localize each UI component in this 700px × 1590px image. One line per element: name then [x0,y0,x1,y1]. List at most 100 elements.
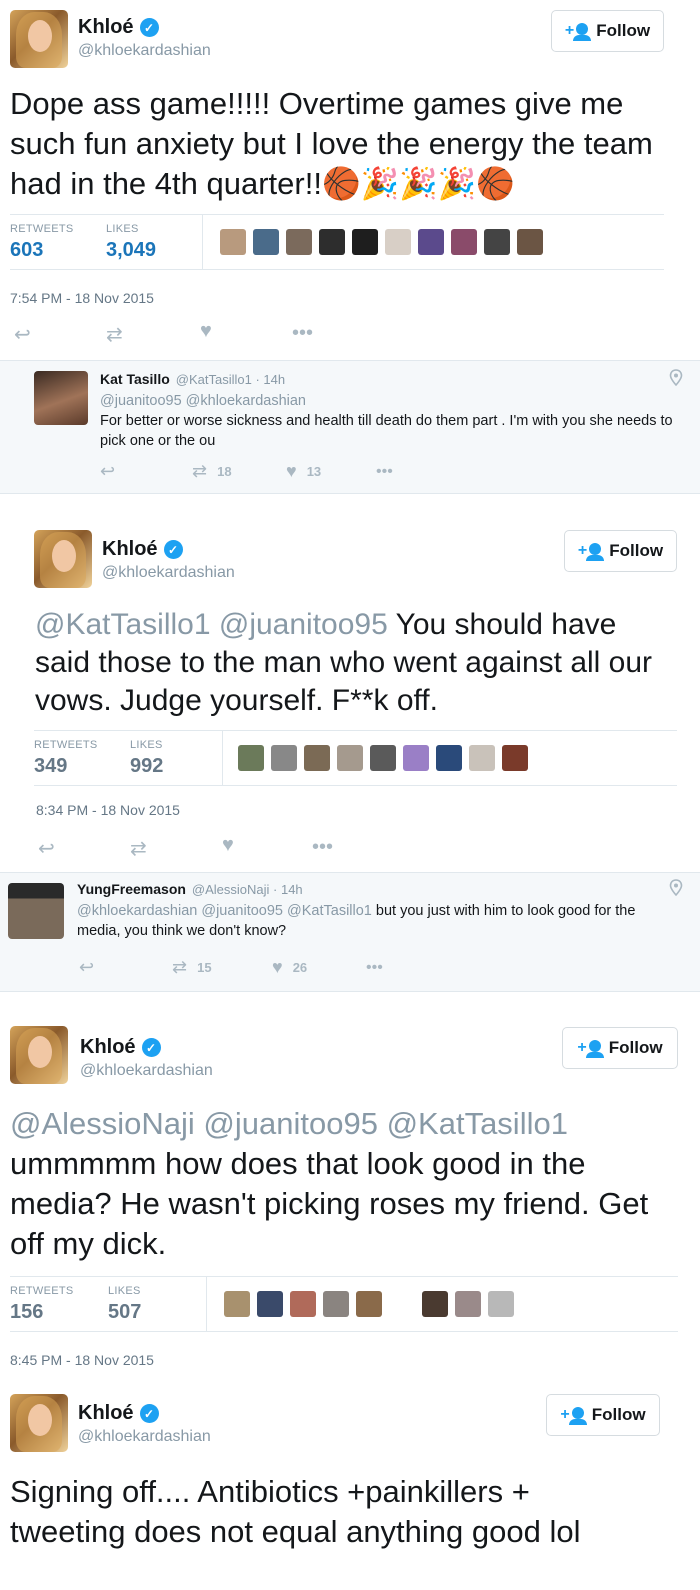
retweet-icon[interactable]: ⇄ 15 [172,957,212,978]
liker-avatar[interactable] [502,745,528,771]
follow-button[interactable]: + Follow [562,1027,678,1069]
author-name-row[interactable]: Khloé ✓ [78,16,159,39]
handle-and-time[interactable]: @AlessioNaji · 14h [192,882,303,897]
liker-avatar[interactable] [238,745,264,771]
reply-mentions[interactable]: @juanitoo95 @khloekardashian [100,391,680,411]
location-pin-icon [669,879,683,897]
liker-avatar[interactable] [484,229,510,255]
likes-stat[interactable]: LIKES 992 [130,739,163,778]
avatar[interactable] [34,530,92,588]
tweet-2: Khloé ✓ @khloekardashian + Follow @KatTa… [0,496,700,872]
reply-author[interactable]: YungFreemason @AlessioNaji · 14h [77,881,303,897]
display-name[interactable]: YungFreemason [77,881,186,897]
liker-avatar[interactable] [517,229,543,255]
avatar[interactable] [34,371,88,425]
liker-avatar[interactable] [403,745,429,771]
likes-stat[interactable]: LIKES 3,049 [106,223,156,262]
liker-avatar[interactable] [323,1291,349,1317]
tweet-mentions[interactable]: @KatTasillo1 @juanitoo95 [35,608,388,641]
timestamp[interactable]: 8:34 PM - 18 Nov 2015 [36,802,180,818]
timestamp[interactable]: 7:54 PM - 18 Nov 2015 [10,290,154,306]
reply-icon[interactable]: ↩ [100,461,115,482]
retweet-icon[interactable]: ⇄ [106,322,123,347]
like-icon[interactable]: ♥ 13 [286,461,321,482]
reply-mentions[interactable]: @khloekardashian @juanitoo95 @KatTasillo… [77,903,372,919]
more-icon[interactable]: ••• [312,836,333,859]
liker-avatar[interactable] [224,1291,250,1317]
liker-avatar[interactable] [455,1291,481,1317]
tweet-text: Dope ass game!!!!! Overtime games give m… [10,86,653,201]
reply-icon[interactable]: ↩ [14,322,31,347]
more-icon[interactable]: ••• [292,322,313,345]
display-name[interactable]: Khloé [102,538,158,561]
liker-avatar[interactable] [290,1291,316,1317]
retweet-icon[interactable]: ⇄ [130,836,147,861]
display-name[interactable]: Khloé [78,16,134,39]
follow-icon: + [577,1039,587,1056]
reply-icon[interactable]: ↩ [38,836,55,861]
avatar[interactable] [10,10,68,68]
timestamp[interactable]: 8:45 PM - 18 Nov 2015 [10,1352,154,1368]
reply-icon[interactable]: ↩ [79,957,94,978]
liker-avatar[interactable] [352,229,378,255]
reply-author[interactable]: Kat Tasillo @KatTasillo1 · 14h [100,371,285,387]
liker-avatar[interactable] [220,229,246,255]
handle[interactable]: @khloekardashian [78,42,211,60]
liker-avatar[interactable] [253,229,279,255]
liker-avatar[interactable] [319,229,345,255]
follow-button[interactable]: + Follow [564,530,677,572]
more-icon[interactable]: ••• [376,463,393,481]
retweets-stat[interactable]: RETWEETS 156 [10,1285,74,1324]
follow-button[interactable]: + Follow [551,10,664,52]
like-icon[interactable]: ♥ 26 [272,957,307,978]
avatar[interactable] [10,1026,68,1084]
liker-avatar[interactable] [488,1291,514,1317]
retweets-stat[interactable]: RETWEETS 349 [34,739,98,778]
verified-icon: ✓ [139,1404,159,1423]
avatar[interactable] [8,883,64,939]
author-name-row[interactable]: Khloé ✓ [102,538,183,561]
likes-count: 3,049 [106,239,157,261]
display-name[interactable]: Kat Tasillo [100,371,170,387]
liker-avatar[interactable] [370,745,396,771]
liker-avatar[interactable] [356,1291,382,1317]
tweet-3: Khloé ✓ @khloekardashian + Follow @Aless… [0,994,700,1380]
liker-avatar[interactable] [451,229,477,255]
liker-avatar[interactable] [337,745,363,771]
liker-avatar[interactable] [389,1291,415,1317]
more-icon[interactable]: ••• [366,959,383,977]
likes-count: 507 [108,1301,142,1323]
display-name[interactable]: Khloé [78,1402,134,1425]
liker-avatar[interactable] [385,229,411,255]
retweet-count: 18 [217,464,232,479]
liker-avatar[interactable] [418,229,444,255]
handle-and-time[interactable]: @KatTasillo1 · 14h [176,372,285,387]
likes-stat[interactable]: LIKES 507 [108,1285,141,1324]
follow-button[interactable]: + Follow [546,1394,660,1436]
tweet-text: @AlessioNaji @juanitoo95 @KatTasillo1 um… [10,1104,660,1264]
liker-avatar[interactable] [286,229,312,255]
retweet-icon[interactable]: ⇄ 18 [192,461,232,482]
tweet-mentions[interactable]: @AlessioNaji @juanitoo95 @KatTasillo1 [10,1104,660,1144]
like-icon[interactable]: ♥ [200,320,212,343]
tweet-body: ummmmm how does that look good in the me… [10,1146,649,1261]
liker-avatar[interactable] [304,745,330,771]
liker-avatar[interactable] [257,1291,283,1317]
handle[interactable]: @khloekardashian [78,1428,211,1446]
avatar[interactable] [10,1394,68,1452]
author-name-row[interactable]: Khloé ✓ [78,1402,159,1425]
liker-avatar[interactable] [469,745,495,771]
like-icon[interactable]: ♥ [222,834,234,857]
liker-avatar[interactable] [422,1291,448,1317]
liker-avatar[interactable] [271,745,297,771]
tweet-text: @KatTasillo1 @juanitoo95 You should have… [35,606,665,720]
handle[interactable]: @khloekardashian [102,564,235,582]
retweets-stat[interactable]: RETWEETS 603 [10,223,74,262]
like-count: 26 [292,960,308,975]
liker-avatar[interactable] [436,745,462,771]
display-name[interactable]: Khloé [80,1036,136,1059]
handle[interactable]: @khloekardashian [80,1062,213,1080]
author-name-row[interactable]: Khloé ✓ [80,1036,161,1059]
like-count: 13 [306,464,322,479]
follow-label: Follow [608,1038,663,1057]
